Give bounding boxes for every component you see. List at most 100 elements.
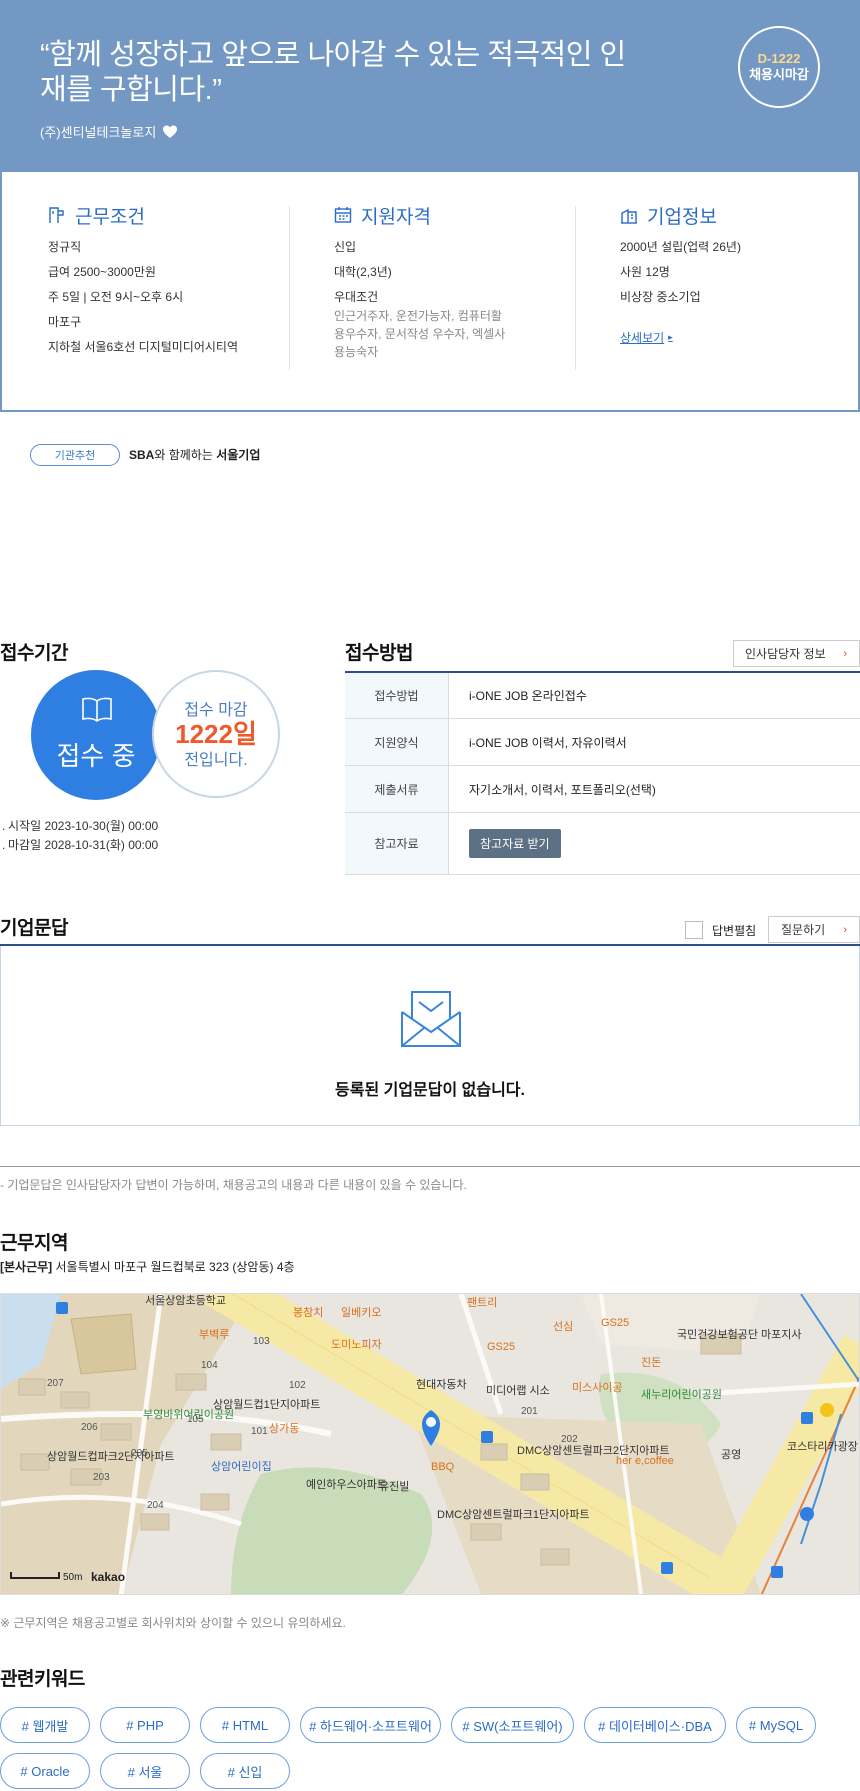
seoul-company-label: 서울기업 [216, 448, 261, 462]
ask-question-label: 질문하기 [781, 923, 826, 937]
map-label-gs25a: GS25 [487, 1341, 515, 1353]
map-label-bbq: BBQ [431, 1461, 455, 1473]
map-label-park2: 새누리어린이공원 [641, 1388, 722, 1401]
keyword-tag[interactable]: # Oracle [0, 1753, 90, 1789]
map-label-kindergarten: 상암어린이집 [211, 1460, 272, 1473]
method-value: i-ONE JOB 온라인접수 [469, 689, 587, 703]
map-label-n203: 203 [93, 1472, 110, 1483]
salary: 급여 2500~3000만원 [48, 265, 156, 279]
map-label-shop: 상가동 [269, 1422, 299, 1435]
company-detail-label: 상세보기 [620, 331, 665, 345]
keyword-tag[interactable]: # HTML [200, 1707, 290, 1743]
map-label-misa: 미스사이공 [572, 1381, 623, 1394]
form-label: 지원양식 [345, 719, 449, 765]
hero-quote: “함께 성장하고 앞으로 나아갈 수 있는 적극적인 인재를 구합니다.” [40, 39, 626, 106]
keywords-title: 관련키워드 [0, 1669, 85, 1690]
map-label-n201: 201 [521, 1406, 538, 1417]
method-table: 접수방법 i-ONE JOB 온라인접수 지원양식 i-ONE JOB 이력서,… [345, 671, 860, 875]
nearby-station: 지하철 서울6호선 디지털미디어시티역 [48, 340, 238, 354]
job-hero-banner: “함께 성장하고 앞으로 나아갈 수 있는 적극적인 인재를 구합니다.” (주… [0, 0, 860, 172]
employee-count: 사원 12명 [620, 265, 670, 279]
open-book-icon [82, 697, 112, 722]
keyword-tag[interactable]: # SW(소프트웨어) [451, 1707, 574, 1743]
qa-empty-message: 등록된 기업문답이 없습니다. [335, 1082, 525, 1099]
qa-title: 기업문답 [0, 918, 68, 939]
qualifications-heading: 지원자격 [334, 202, 584, 228]
reference-label: 참고자료 [345, 813, 449, 874]
map-label-cafe: her e,coffee [616, 1455, 674, 1467]
address-tag: [본사근무] [0, 1260, 53, 1274]
calendar-icon [334, 207, 352, 223]
download-reference-button[interactable]: 참고자료 받기 [469, 829, 561, 858]
qa-empty-box: 등록된 기업문답이 없습니다. [0, 946, 860, 1126]
heart-icon[interactable] [162, 124, 178, 140]
end-date: 마감일 2028-10-31(화) 00:00 [2, 836, 158, 855]
documents-label: 제출서류 [345, 766, 449, 812]
map-label-pizza: 도미노피자 [331, 1338, 382, 1351]
company-info: 기업정보 2000년 설립(업력 26년) 사원 12명 비상장 중소기업 상세… [620, 202, 860, 347]
career-level: 신입 [334, 240, 357, 254]
keyword-tag[interactable]: # 신입 [200, 1753, 290, 1789]
map-brand-label: kakao [91, 1570, 125, 1584]
ask-question-button[interactable]: 질문하기 › [768, 916, 860, 943]
location-map[interactable]: 서울상암초등학교 부벽루 봉참치 일베키오 도미노피자 팬트리 선심 GS25 … [0, 1293, 860, 1595]
company-detail-link[interactable]: 상세보기 ▸ [620, 329, 673, 346]
education-level: 대학(2,3년) [334, 265, 392, 279]
dday-count: D-1222 [757, 51, 801, 66]
work-hours: 주 5일 | 오전 9시~오후 6시 [48, 290, 184, 304]
chevron-right-icon: › [843, 923, 847, 936]
company-info-heading: 기업정보 [620, 202, 860, 228]
map-scale-label: 50m [63, 1572, 82, 1583]
map-label-jindon: 진돈 [641, 1356, 661, 1369]
keyword-tag[interactable]: # 하드웨어·소프트웨어 [300, 1707, 441, 1743]
map-label-n207: 207 [47, 1378, 64, 1389]
map-label-bongcham: 봉참치 [293, 1306, 323, 1319]
qa-note: - 기업문답은 인사담당자가 답변이 가능하며, 채용공고의 내용과 다른 내용… [0, 1178, 467, 1192]
job-summary-box: 근무조건 정규직 급여 2500~3000만원 주 5일 | 오전 9시~오후 … [0, 172, 860, 412]
documents-value: 자기소개서, 이력서, 포트폴리오(선택) [469, 782, 656, 797]
map-label-kostar: 코스타리카광장 [787, 1440, 858, 1453]
keyword-tag[interactable]: # PHP [100, 1707, 190, 1743]
map-label-yejin: 유진빌 [379, 1480, 409, 1493]
hr-contact-button[interactable]: 인사담당자 정보 › [733, 640, 860, 667]
address-text: 서울특별시 마포구 월드컵북로 323 (상암동) 4층 [55, 1260, 295, 1274]
map-label-gongyeong: 공영 [721, 1448, 741, 1461]
work-address: [본사근무] 서울특별시 마포구 월드컵북로 323 (상암동) 4층 [0, 1258, 295, 1275]
map-label-school: 서울상암초등학교 [145, 1294, 226, 1307]
map-label-seonsim: 선심 [553, 1320, 573, 1333]
work-conditions: 근무조건 정규직 급여 2500~3000만원 주 5일 | 오전 9시~오후 … [48, 202, 298, 363]
map-label-ilbe: 일베키오 [341, 1305, 381, 1319]
preferred-conditions: 인근거주자, 운전가능자, 컴퓨터활용우수자, 문서작성 우수자, 엑셀사용능숙… [334, 309, 506, 359]
flag-building-icon [49, 207, 64, 223]
map-label-bubyeok: 부벽루 [199, 1328, 229, 1341]
period-dates: 시작일 2023-10-30(월) 00:00 마감일 2028-10-31(화… [2, 817, 158, 855]
expand-answers-label[interactable]: 답변펼침 [712, 922, 756, 939]
table-row: 참고자료 참고자료 받기 [345, 813, 860, 875]
qa-divider [0, 1166, 860, 1167]
sba-middle: 와 함께하는 [154, 448, 217, 462]
status-circle: 접수 중 [31, 670, 161, 800]
location-title: 근무지역 [0, 1233, 68, 1254]
hr-contact-label: 인사담당자 정보 [745, 647, 826, 661]
map-label-n101: 101 [251, 1426, 268, 1437]
start-date: 시작일 2023-10-30(월) 00:00 [2, 817, 158, 836]
period-title: 접수기간 [0, 643, 68, 664]
work-district: 마포구 [48, 315, 82, 329]
qualifications: 지원자격 신입 대학(2,3년) 우대조건 인근거주자, 운전가능자, 컴퓨터활… [334, 202, 584, 361]
map-label-pentry: 팬트리 [467, 1296, 497, 1309]
map-label-n105: 105 [187, 1414, 204, 1425]
map-label-gs25b: GS25 [601, 1317, 629, 1329]
keyword-tag[interactable]: # 서울 [100, 1753, 190, 1789]
keyword-tag[interactable]: # MySQL [736, 1707, 816, 1743]
building-icon [621, 208, 637, 224]
company-name: (주)센티널테크놀로지 [40, 122, 178, 141]
keyword-tag[interactable]: # 데이터베이스·DBA [584, 1707, 726, 1743]
reference-cell: 참고자료 받기 [449, 813, 860, 874]
table-row: 제출서류 자기소개서, 이력서, 포트폴리오(선택) [345, 766, 860, 813]
method-title: 접수방법 [345, 643, 413, 664]
expand-answers-checkbox[interactable] [685, 921, 703, 939]
dday-badge: D-1222 채용시마감 [738, 26, 820, 108]
keyword-tag[interactable]: # 웹개발 [0, 1707, 90, 1743]
form-value: i-ONE JOB 이력서, 자유이력서 [469, 735, 627, 750]
map-label-n102: 102 [289, 1380, 306, 1391]
